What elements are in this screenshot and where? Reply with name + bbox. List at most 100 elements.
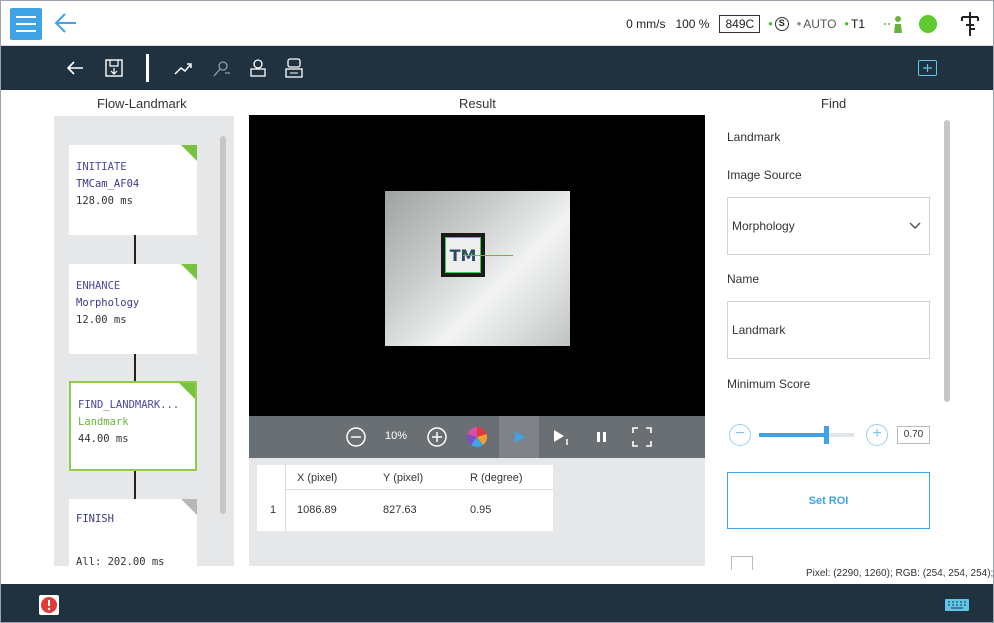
- status-ok-indicator: [919, 14, 937, 33]
- table-cell-y: 827.63: [383, 504, 417, 516]
- decrease-score-button[interactable]: −: [729, 424, 751, 446]
- table-divider: [285, 489, 553, 490]
- robot-id-badge: 849C: [719, 14, 761, 33]
- node-time: 44.00 ms: [78, 433, 129, 445]
- zoom-in-icon[interactable]: [426, 426, 448, 448]
- color-wheel-icon[interactable]: [466, 426, 488, 448]
- node-time: 12.00 ms: [76, 314, 127, 326]
- bottom-bar: [1, 584, 993, 622]
- speed-percent: 100 %: [675, 16, 710, 31]
- image-viewer[interactable]: TM: [249, 115, 705, 416]
- slider-thumb[interactable]: [824, 426, 829, 444]
- hamburger-menu-button[interactable]: [10, 8, 42, 40]
- point-tool-icon[interactable]: [211, 57, 233, 79]
- robot-status: 0 mm/s 100 % 849C • S • AUTO • T1: [626, 1, 993, 46]
- node-type: INITIATE: [76, 161, 127, 173]
- find-scrollbar[interactable]: [944, 120, 950, 402]
- image-source-label: Image Source: [727, 168, 802, 182]
- chevron-down-icon: [909, 222, 921, 230]
- flow-column-title: Flow-Landmark: [97, 96, 187, 111]
- flow-connector: [134, 235, 136, 264]
- flow-node-find-landmark[interactable]: FIND_LANDMARK... Landmark 44.00 ms: [69, 381, 197, 471]
- app-window: 0 mm/s 100 % 849C • S • AUTO • T1 Flow-L…: [0, 0, 994, 623]
- back-arrow-icon[interactable]: [52, 9, 80, 37]
- table-cell-r: 0.95: [470, 504, 492, 516]
- node-status-flag: [181, 264, 197, 280]
- node-time: 128.00 ms: [76, 195, 133, 207]
- result-table: X (pixel) Y (pixel) R (degree) 1 1086.89…: [257, 465, 553, 531]
- toolbar: [1, 46, 993, 90]
- option-checkbox[interactable]: [731, 556, 753, 570]
- node-type: FINISH: [76, 513, 114, 525]
- image-source-value: Morphology: [732, 219, 795, 233]
- robot-connection-icon[interactable]: [883, 14, 905, 34]
- fit-view-icon: [923, 64, 932, 72]
- result-column-title: Result: [459, 96, 496, 111]
- play-button[interactable]: [499, 416, 539, 458]
- min-score-value[interactable]: 0.70: [897, 426, 930, 444]
- flow-panel: INITIATE TMCam_AF04 128.00 ms ENHANCE Mo…: [54, 116, 234, 566]
- name-value: Landmark: [732, 323, 786, 337]
- save-file-icon[interactable]: [103, 57, 125, 79]
- node-status-flag: [181, 499, 197, 515]
- node-time: All: 202.00 ms: [76, 556, 165, 566]
- flow-connector: [134, 471, 136, 499]
- table-row-index: 1: [270, 504, 277, 516]
- increase-score-button[interactable]: +: [866, 424, 888, 446]
- camera-io-icon[interactable]: [283, 57, 305, 79]
- min-score-slider[interactable]: [759, 426, 854, 444]
- min-score-label: Minimum Score: [727, 377, 811, 391]
- find-column-title: Find: [821, 96, 847, 111]
- error-log-icon[interactable]: [38, 594, 60, 616]
- pause-icon[interactable]: [591, 426, 613, 448]
- min-score-control: − + 0.70: [729, 424, 931, 446]
- node-type: FIND_LANDMARK...: [78, 399, 180, 411]
- camera-image: TM: [385, 191, 570, 346]
- main-area: Flow-Landmark Result Find INITIATE TMCam…: [1, 90, 993, 584]
- trend-chart-icon[interactable]: [172, 57, 194, 79]
- status-dot-icon: •: [796, 16, 802, 31]
- set-roi-button[interactable]: Set ROI: [727, 472, 930, 529]
- table-header-y: Y (pixel): [383, 472, 424, 484]
- node-status-flag: [179, 383, 195, 399]
- back-arrow-icon[interactable]: [64, 57, 86, 79]
- play-icon: [515, 431, 525, 443]
- mode-auto-label: AUTO: [803, 16, 837, 31]
- flow-exit-icon[interactable]: [959, 11, 981, 37]
- fit-view-button[interactable]: [918, 60, 937, 76]
- match-axis: [463, 255, 513, 256]
- node-status-flag: [181, 145, 197, 161]
- table-cell-x: 1086.89: [297, 504, 337, 516]
- node-name: Morphology: [76, 297, 140, 309]
- zoom-out-icon[interactable]: [345, 426, 367, 448]
- table-header-x: X (pixel): [297, 472, 338, 484]
- fullscreen-icon[interactable]: [631, 426, 653, 448]
- safety-s-icon: S: [774, 16, 789, 31]
- speed-readout: 0 mm/s: [626, 16, 666, 31]
- name-label: Name: [727, 272, 760, 286]
- toolbar-divider: [146, 54, 149, 82]
- flow-node-initiate[interactable]: INITIATE TMCam_AF04 128.00 ms: [69, 145, 197, 235]
- status-dot-icon: •: [768, 16, 773, 31]
- image-source-select[interactable]: Morphology: [727, 197, 930, 255]
- zoom-level: 10%: [385, 430, 408, 442]
- mode-t1-label: T1: [850, 16, 865, 31]
- result-table-panel: X (pixel) Y (pixel) R (degree) 1 1086.89…: [249, 458, 705, 566]
- node-name: Landmark: [78, 416, 129, 428]
- status-dot-icon: •: [844, 16, 849, 31]
- table-divider: [285, 465, 286, 531]
- node-name: TMCam_AF04: [76, 178, 140, 190]
- keyboard-icon[interactable]: [945, 599, 969, 611]
- table-header-r: R (degree): [470, 472, 523, 484]
- flow-node-finish[interactable]: FINISH All: 202.00 ms: [69, 499, 197, 566]
- top-status-bar: 0 mm/s 100 % 849C • S • AUTO • T1: [1, 1, 993, 46]
- step-forward-icon[interactable]: [551, 426, 573, 448]
- find-section-title: Landmark: [727, 130, 781, 144]
- node-type: ENHANCE: [76, 280, 121, 292]
- flow-node-enhance[interactable]: ENHANCE Morphology 12.00 ms: [69, 264, 197, 354]
- flow-scrollbar[interactable]: [220, 136, 226, 514]
- slider-fill: [759, 433, 826, 437]
- name-input[interactable]: Landmark: [727, 301, 930, 359]
- viewer-controls: 10%: [249, 416, 705, 458]
- camera-settings-icon[interactable]: [247, 57, 269, 79]
